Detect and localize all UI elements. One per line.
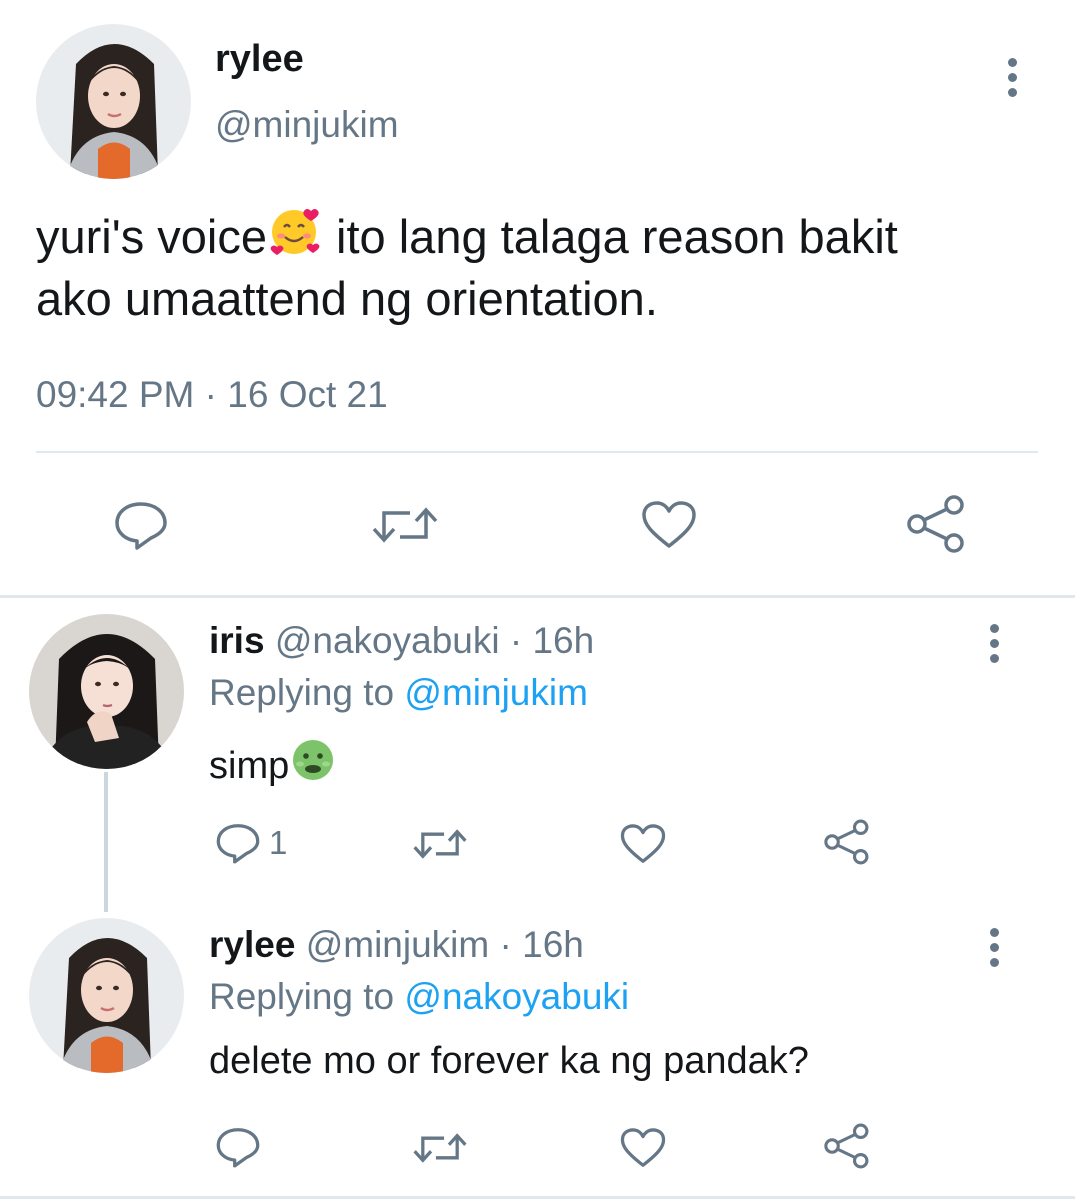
more-options-icon[interactable] [1004, 58, 1020, 97]
reply-author-name[interactable]: rylee [209, 924, 295, 965]
reply-text: simp [209, 736, 337, 788]
reply-icon[interactable] [113, 499, 169, 551]
tweet-date: 16 Oct 21 [227, 374, 388, 415]
reply-count: 1 [269, 824, 288, 861]
retweet-icon[interactable] [411, 1130, 469, 1166]
tweet-text-line2: ako umaattend ng orientation. [36, 272, 658, 325]
reply-header: rylee @minjukim · 16h [209, 924, 584, 966]
avatar[interactable] [29, 918, 184, 1073]
reply-author-handle[interactable]: @minjukim [306, 924, 490, 965]
reply-author-handle[interactable]: @nakoyabuki [275, 620, 500, 661]
retweet-icon[interactable] [411, 826, 469, 862]
timestamp-separator: · [194, 374, 228, 415]
tweet-text-line1b: ito lang talaga reason bakit [322, 210, 898, 263]
tweet-timestamp[interactable]: 09:42 PM · 16 Oct 21 [36, 374, 388, 416]
share-icon[interactable] [904, 494, 966, 554]
reply-author-name[interactable]: iris [209, 620, 265, 661]
nauseated-face-icon [289, 736, 337, 782]
retweet-icon[interactable] [370, 503, 440, 547]
smiling-face-with-hearts-icon [267, 207, 323, 257]
more-options-icon[interactable] [986, 624, 1002, 663]
replying-to-label: Replying to [209, 976, 405, 1017]
tweet-time: 09:42 PM [36, 374, 195, 415]
share-icon[interactable] [822, 1122, 870, 1170]
bottom-divider [0, 1196, 1075, 1199]
tweet-text: yuri's voice ito lang talaga reason baki… [36, 206, 1046, 330]
avatar[interactable] [29, 614, 184, 769]
reply-icon[interactable] [215, 821, 261, 865]
replying-to-label: Replying to [209, 672, 405, 713]
avatar[interactable] [36, 24, 191, 179]
thread-line [104, 772, 108, 912]
reply-icon[interactable] [215, 1125, 261, 1169]
like-icon[interactable] [620, 1127, 666, 1169]
like-icon[interactable] [641, 500, 697, 550]
reply-age: · 16h [489, 924, 584, 965]
tweet-text-line1: yuri's voice [36, 210, 267, 263]
replying-to: Replying to @minjukim [209, 672, 588, 714]
replying-to-link[interactable]: @minjukim [404, 672, 588, 713]
share-icon[interactable] [822, 818, 870, 866]
reply-age: · 16h [499, 620, 595, 661]
more-options-icon[interactable] [986, 928, 1002, 967]
reply-text: delete mo or forever ka ng pandak? [209, 1040, 809, 1082]
author-handle[interactable]: @minjukim [215, 104, 399, 146]
reply-header: iris @nakoyabuki · 16h [209, 620, 594, 662]
author-name[interactable]: rylee [215, 38, 304, 81]
replying-to-link[interactable]: @nakoyabuki [404, 976, 629, 1017]
replying-to: Replying to @nakoyabuki [209, 976, 629, 1018]
section-divider [0, 595, 1075, 598]
reply-text-content: simp [209, 745, 290, 787]
like-icon[interactable] [620, 823, 666, 865]
divider [36, 451, 1038, 453]
